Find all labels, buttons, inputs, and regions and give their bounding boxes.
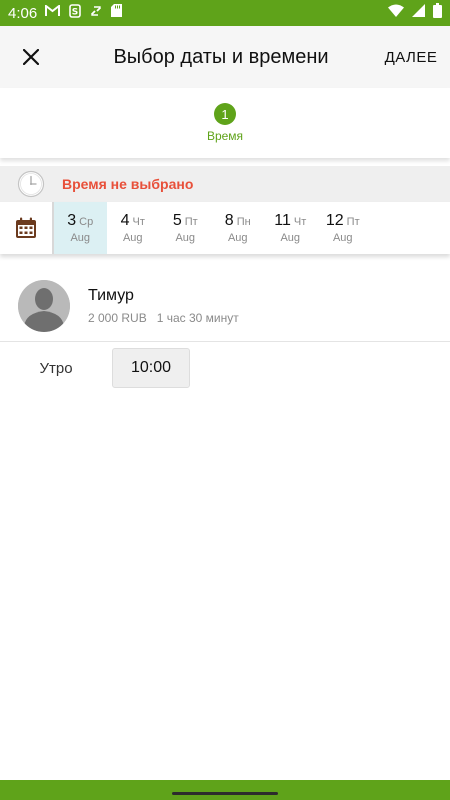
date-day: 5 <box>172 212 182 229</box>
date-weekday: Чт <box>132 216 145 228</box>
date-weekday: Чт <box>293 216 307 228</box>
step-number-badge: 1 <box>214 103 236 125</box>
close-icon <box>23 49 39 65</box>
date-month: Aug <box>280 232 301 244</box>
date-weekday: Ср <box>79 216 94 228</box>
date-item-8[interactable]: 8 Пн Aug <box>212 202 265 254</box>
master-name: Тимур <box>88 286 134 304</box>
page-title: Выбор даты и времени <box>113 45 329 68</box>
date-day: 4 <box>120 212 130 229</box>
app-bar: Выбор даты и времени ДАЛЕЕ <box>0 26 450 88</box>
stepper: 1 Время <box>0 88 450 158</box>
gmail-icon <box>45 3 61 22</box>
service-duration: 1 час 30 минут <box>156 310 239 325</box>
date-item-4[interactable]: 4 Чт Aug <box>107 202 160 254</box>
clock-icon <box>17 170 45 198</box>
morning-slots-row: Утро 10:00 <box>0 348 450 388</box>
sd-card-icon <box>111 4 123 22</box>
date-item-5[interactable]: 5 Пт Aug <box>159 202 212 254</box>
s-app-icon: S <box>69 3 82 23</box>
warning-text: Время не выбрано <box>62 176 194 192</box>
master-info: Тимур 2 000 RUB 1 час 30 минут <box>88 287 239 325</box>
step-label: Время <box>206 129 244 143</box>
date-day: 11 <box>274 212 291 229</box>
time-slot-button[interactable]: 10:00 <box>112 348 190 388</box>
next-button[interactable]: ДАЛЕЕ <box>372 49 450 66</box>
date-month: Aug <box>122 232 143 244</box>
avatar <box>18 279 70 332</box>
master-card[interactable]: Тимур 2 000 RUB 1 час 30 минут <box>0 270 450 342</box>
status-time: 4:06 <box>8 4 38 22</box>
date-weekday: Пт <box>184 216 198 228</box>
notification-icons: S <box>45 3 123 23</box>
date-month: Aug <box>227 232 248 244</box>
wifi-icon <box>388 4 404 22</box>
date-day: 12 <box>325 212 344 229</box>
master-meta: 2 000 RUB 1 час 30 минут <box>88 311 239 325</box>
system-nav-bar <box>0 780 450 800</box>
date-day: 8 <box>224 212 234 229</box>
system-icons <box>388 3 442 23</box>
screen: 4:06 S Выбор даты и времени ДАЛЕЕ 1 Врем… <box>0 0 450 800</box>
date-weekday: Пн <box>236 216 251 228</box>
close-button[interactable] <box>0 26 62 88</box>
svg-text:S: S <box>72 7 78 17</box>
calendar-button[interactable] <box>0 202 54 254</box>
time-warning-bar: Время не выбрано <box>0 166 450 202</box>
period-label: Утро <box>39 359 73 377</box>
date-item-11[interactable]: 11 Чт Aug <box>264 202 317 254</box>
date-strip: 3 Ср Aug 4 Чт Aug 5 Пт Aug 8 Пн Aug 11 Чт Aug… <box>0 202 450 254</box>
service-price: 2 000 RUB <box>88 310 147 325</box>
battery-icon <box>433 3 442 23</box>
date-month: Aug <box>332 232 353 244</box>
home-gesture-handle[interactable] <box>172 791 278 795</box>
status-bar: 4:06 S <box>0 0 450 26</box>
date-weekday: Пт <box>346 216 360 228</box>
date-month: Aug <box>70 232 91 244</box>
person-icon <box>18 279 70 332</box>
cell-signal-icon <box>412 4 425 22</box>
date-item-3[interactable]: 3 Ср Aug <box>54 202 107 254</box>
date-day: 3 <box>67 212 77 229</box>
calendar-icon <box>16 217 36 238</box>
sync-icon <box>90 4 102 22</box>
date-item-12[interactable]: 12 Пт Aug <box>317 202 370 254</box>
date-month: Aug <box>175 232 196 244</box>
